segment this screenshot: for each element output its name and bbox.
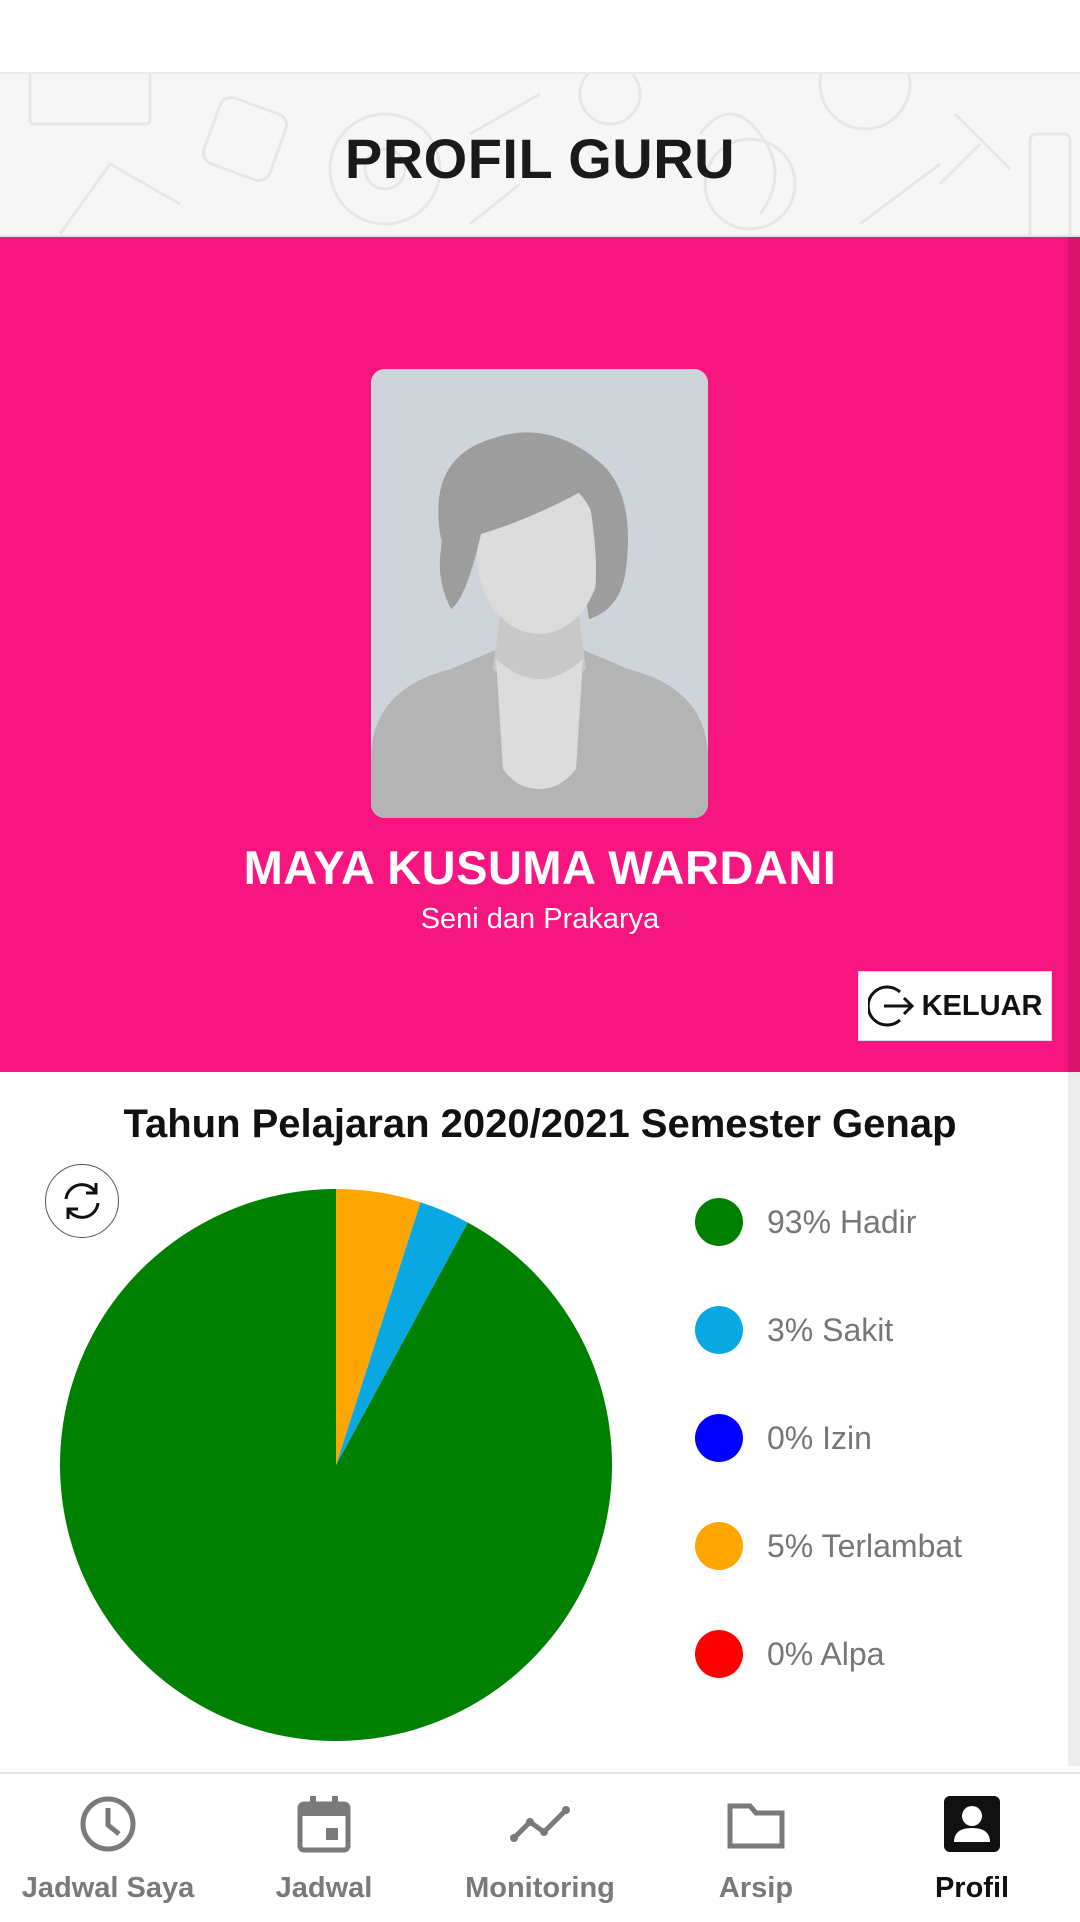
attendance-pie-chart (60, 1189, 612, 1741)
legend-item-terlambat: 5% Terlambat (695, 1516, 962, 1576)
app-header: PROFIL GURU (0, 72, 1080, 237)
trend-line-icon (510, 1806, 570, 1842)
logout-button[interactable]: KELUAR (858, 971, 1052, 1041)
legend-dot (695, 1414, 743, 1462)
nav-label: Arsip (718, 1872, 794, 1904)
nav-item-jadwal-saya[interactable]: Jadwal Saya (0, 1774, 216, 1922)
period-title: Tahun Pelajaran 2020/2021 Semester Genap (123, 1102, 957, 1146)
nav-item-monitoring[interactable]: Monitoring (432, 1774, 648, 1922)
nav-label: Jadwal (275, 1872, 373, 1904)
legend-item-sakit: 3% Sakit (695, 1300, 893, 1360)
legend-dot (695, 1306, 743, 1354)
logout-icon (867, 985, 914, 1027)
teacher-name: MAYA KUSUMA WARDANI (243, 841, 837, 894)
legend-label: 93% Hadir (767, 1203, 917, 1240)
page-title: PROFIL GURU (344, 127, 736, 190)
profile-photo (371, 369, 708, 818)
female-avatar-icon (371, 369, 708, 818)
legend-dot (695, 1630, 743, 1678)
calendar-icon (297, 1796, 351, 1853)
legend-label: 0% Alpa (767, 1635, 885, 1672)
legend-item-izin: 0% Izin (695, 1408, 872, 1468)
profile-panel: MAYA KUSUMA WARDANI Seni dan Prakarya KE… (0, 237, 1080, 1072)
legend-label: 3% Sakit (767, 1311, 894, 1348)
legend-label: 5% Terlambat (767, 1527, 963, 1564)
status-bar (0, 0, 1080, 72)
logout-label: KELUAR (921, 989, 1043, 1022)
profile-badge-icon (944, 1796, 1000, 1852)
nav-label: Jadwal Saya (21, 1872, 195, 1904)
legend-label: 0% Izin (767, 1419, 872, 1456)
nav-item-jadwal[interactable]: Jadwal (216, 1774, 432, 1922)
nav-label: Monitoring (465, 1872, 615, 1904)
legend-item-alpa: 0% Alpa (695, 1624, 884, 1684)
nav-item-arsip[interactable]: Arsip (648, 1774, 864, 1922)
teacher-subject: Seni dan Prakarya (420, 903, 660, 935)
bottom-nav: Jadwal Saya Jadwal Monitoring Arsip Prof… (0, 1772, 1080, 1920)
nav-item-profil[interactable]: Profil (864, 1774, 1080, 1922)
attendance-stats: Tahun Pelajaran 2020/2021 Semester Genap… (0, 1072, 1080, 1772)
legend-dot (695, 1522, 743, 1570)
scroll-edge (1068, 1072, 1080, 1766)
legend-dot (695, 1198, 743, 1246)
scroll-edge (1068, 237, 1080, 1072)
nav-label: Profil (934, 1872, 1010, 1904)
clock-icon (80, 1796, 136, 1852)
folder-icon (727, 1803, 785, 1849)
legend-item-hadir: 93% Hadir (695, 1192, 916, 1252)
